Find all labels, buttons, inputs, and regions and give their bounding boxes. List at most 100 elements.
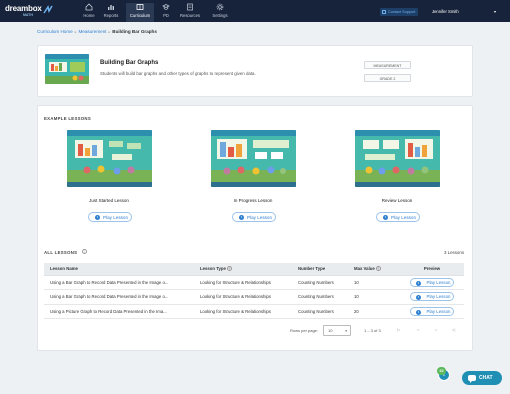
example-lessons-title: EXAMPLE LESSONS [44,116,91,121]
nav-curriculum[interactable]: Curriculum [126,3,154,22]
lesson-type-cell: Looking for Structure & Relationships [194,304,292,319]
nav-home-label: Home [83,13,95,18]
lesson-name-cell[interactable]: Using a Bar Graph to Record Data Present… [44,275,194,290]
chat-button[interactable]: CHAT [462,371,502,385]
play-lesson-button[interactable]: Play Lesson [410,292,454,302]
example-label: In Progress Lesson [233,198,273,203]
play-lesson-label: Play Lesson [426,308,451,314]
example-thumbnail[interactable] [355,130,440,187]
max-value-cell: 20 [348,304,400,319]
example-label: Review Lesson [381,198,413,203]
notification-count-badge: 22 [437,367,446,375]
table-row: Using a Bar Graph to Record Data Present… [44,289,464,305]
rows-per-page-select[interactable]: 10 ▾ [323,325,351,336]
user-menu[interactable]: Jennifer Smith ▾ [432,9,496,14]
prev-page-icon[interactable]: < [417,327,419,332]
col-max-value[interactable]: Max Value? [348,263,400,276]
col-lesson-name[interactable]: Lesson Name [44,263,194,276]
nav-reports[interactable]: Reports [98,3,124,21]
support-icon [382,10,386,14]
curriculum-icon [136,4,144,10]
nav-home[interactable]: Home [78,3,100,21]
logo-mark-icon [43,5,53,14]
home-icon [85,3,93,11]
preview-cell: Play Lesson [400,275,464,290]
top-nav-bar: dreambox MATH Home Reports Curriculum PD… [0,0,510,22]
col-max-value-label: Max Value [354,266,375,272]
contact-support-label: Contact Support [388,10,416,14]
lesson-header-card: Building Bar Graphs Students will build … [37,45,473,97]
table-row: Using a Picture Graph to Record Data Pre… [44,304,464,319]
breadcrumb-measurement[interactable]: Measurement [78,29,106,34]
lessons-table: Lesson Name Lesson Type? Number Type Max… [44,263,464,319]
lesson-description: Students will build bar graphs and other… [100,71,256,76]
help-icon[interactable]: ? [226,266,232,272]
play-icon [95,215,100,221]
play-lesson-button[interactable]: Play Lesson [232,212,276,222]
play-lesson-button[interactable]: Play Lesson [376,212,420,222]
lesson-type-cell: Looking for Structure & Relationships [194,275,292,290]
preview-cell: Play Lesson [400,304,464,319]
table-header-row: Lesson Name Lesson Type? Number Type Max… [44,263,464,276]
next-page-icon[interactable]: > [435,327,437,332]
breadcrumb-curriculum-home[interactable]: Curriculum Home [37,29,73,34]
all-lessons-title: ALL LESSONS [44,250,78,255]
dreambox-logo[interactable]: dreambox MATH [5,4,53,18]
play-lesson-label: Play Lesson [247,215,273,220]
chevron-down-icon: ▾ [345,329,347,333]
play-icon [416,295,421,301]
lesson-count: 3 Lessons [444,250,465,255]
example-thumbnail[interactable] [211,130,296,187]
nav-resources-label: Resources [179,13,200,18]
contact-support-button[interactable]: Contact Support [380,8,418,16]
reports-icon [108,5,114,10]
rows-per-page-label: Rows per page: [290,328,319,333]
col-lesson-type[interactable]: Lesson Type? [194,263,292,276]
breadcrumb: Curriculum Home ▸ Measurement ▸ Building Bar… [37,29,157,36]
example-label: Just Started Lesson [89,198,129,203]
user-name: Jennifer Smith [432,9,459,14]
play-lesson-label: Play Lesson [391,215,417,220]
chat-label: CHAT [479,375,493,381]
nav-curriculum-label: Curriculum [129,13,151,18]
preview-cell: Play Lesson [400,289,464,305]
nav-reports-label: Reports [103,13,119,18]
first-page-icon[interactable]: |< [397,327,400,332]
breadcrumb-separator-icon: ▸ [108,30,111,34]
info-icon[interactable]: i [82,249,87,254]
last-page-icon[interactable]: >| [452,327,455,332]
rows-per-page-value: 10 [328,328,333,333]
pd-icon [162,4,170,10]
play-icon [239,215,244,221]
nav-pd-label: PD [163,13,169,18]
col-lesson-type-label: Lesson Type [200,266,226,272]
table-pagination: Rows per page: 10 ▾ 1 – 3 of 3 |< < > >| [44,322,464,339]
lesson-thumbnail [45,54,89,84]
play-lesson-label: Play Lesson [103,215,129,220]
nav-settings[interactable]: Settings [207,3,233,21]
help-icon[interactable]: ? [375,266,381,272]
page-range: 1 – 3 of 3 [364,328,381,333]
number-type-cell: Counting Numbers [292,289,348,305]
play-lesson-button[interactable]: Play Lesson [88,212,132,222]
lesson-name-cell[interactable]: Using a Picture Graph to Record Data Pre… [44,304,194,319]
play-lesson-label: Play Lesson [426,279,451,285]
nav-resources[interactable]: Resources [175,3,205,21]
example-thumbnail[interactable] [67,130,152,187]
breadcrumb-separator-icon: ▸ [74,30,77,34]
lesson-name-cell[interactable]: Using a Bar Graph to Record Data Present… [44,289,194,305]
nav-pd[interactable]: PD [155,3,177,21]
chat-bubble-icon [468,375,476,383]
play-icon [416,309,421,315]
lesson-type-cell: Looking for Structure & Relationships [194,289,292,305]
play-lesson-button[interactable]: Play Lesson [410,306,454,316]
tag-measurement: MEASUREMENT [364,61,411,69]
col-number-type[interactable]: Number Type [292,263,348,276]
table-row: Using a Bar Graph to Record Data Present… [44,275,464,290]
brand-name: dreambox [5,4,42,13]
col-preview: Preview [400,263,464,276]
play-icon [383,215,388,221]
number-type-cell: Counting Numbers [292,275,348,290]
nav-settings-label: Settings [212,13,228,18]
play-lesson-button[interactable]: Play Lesson [410,277,454,287]
